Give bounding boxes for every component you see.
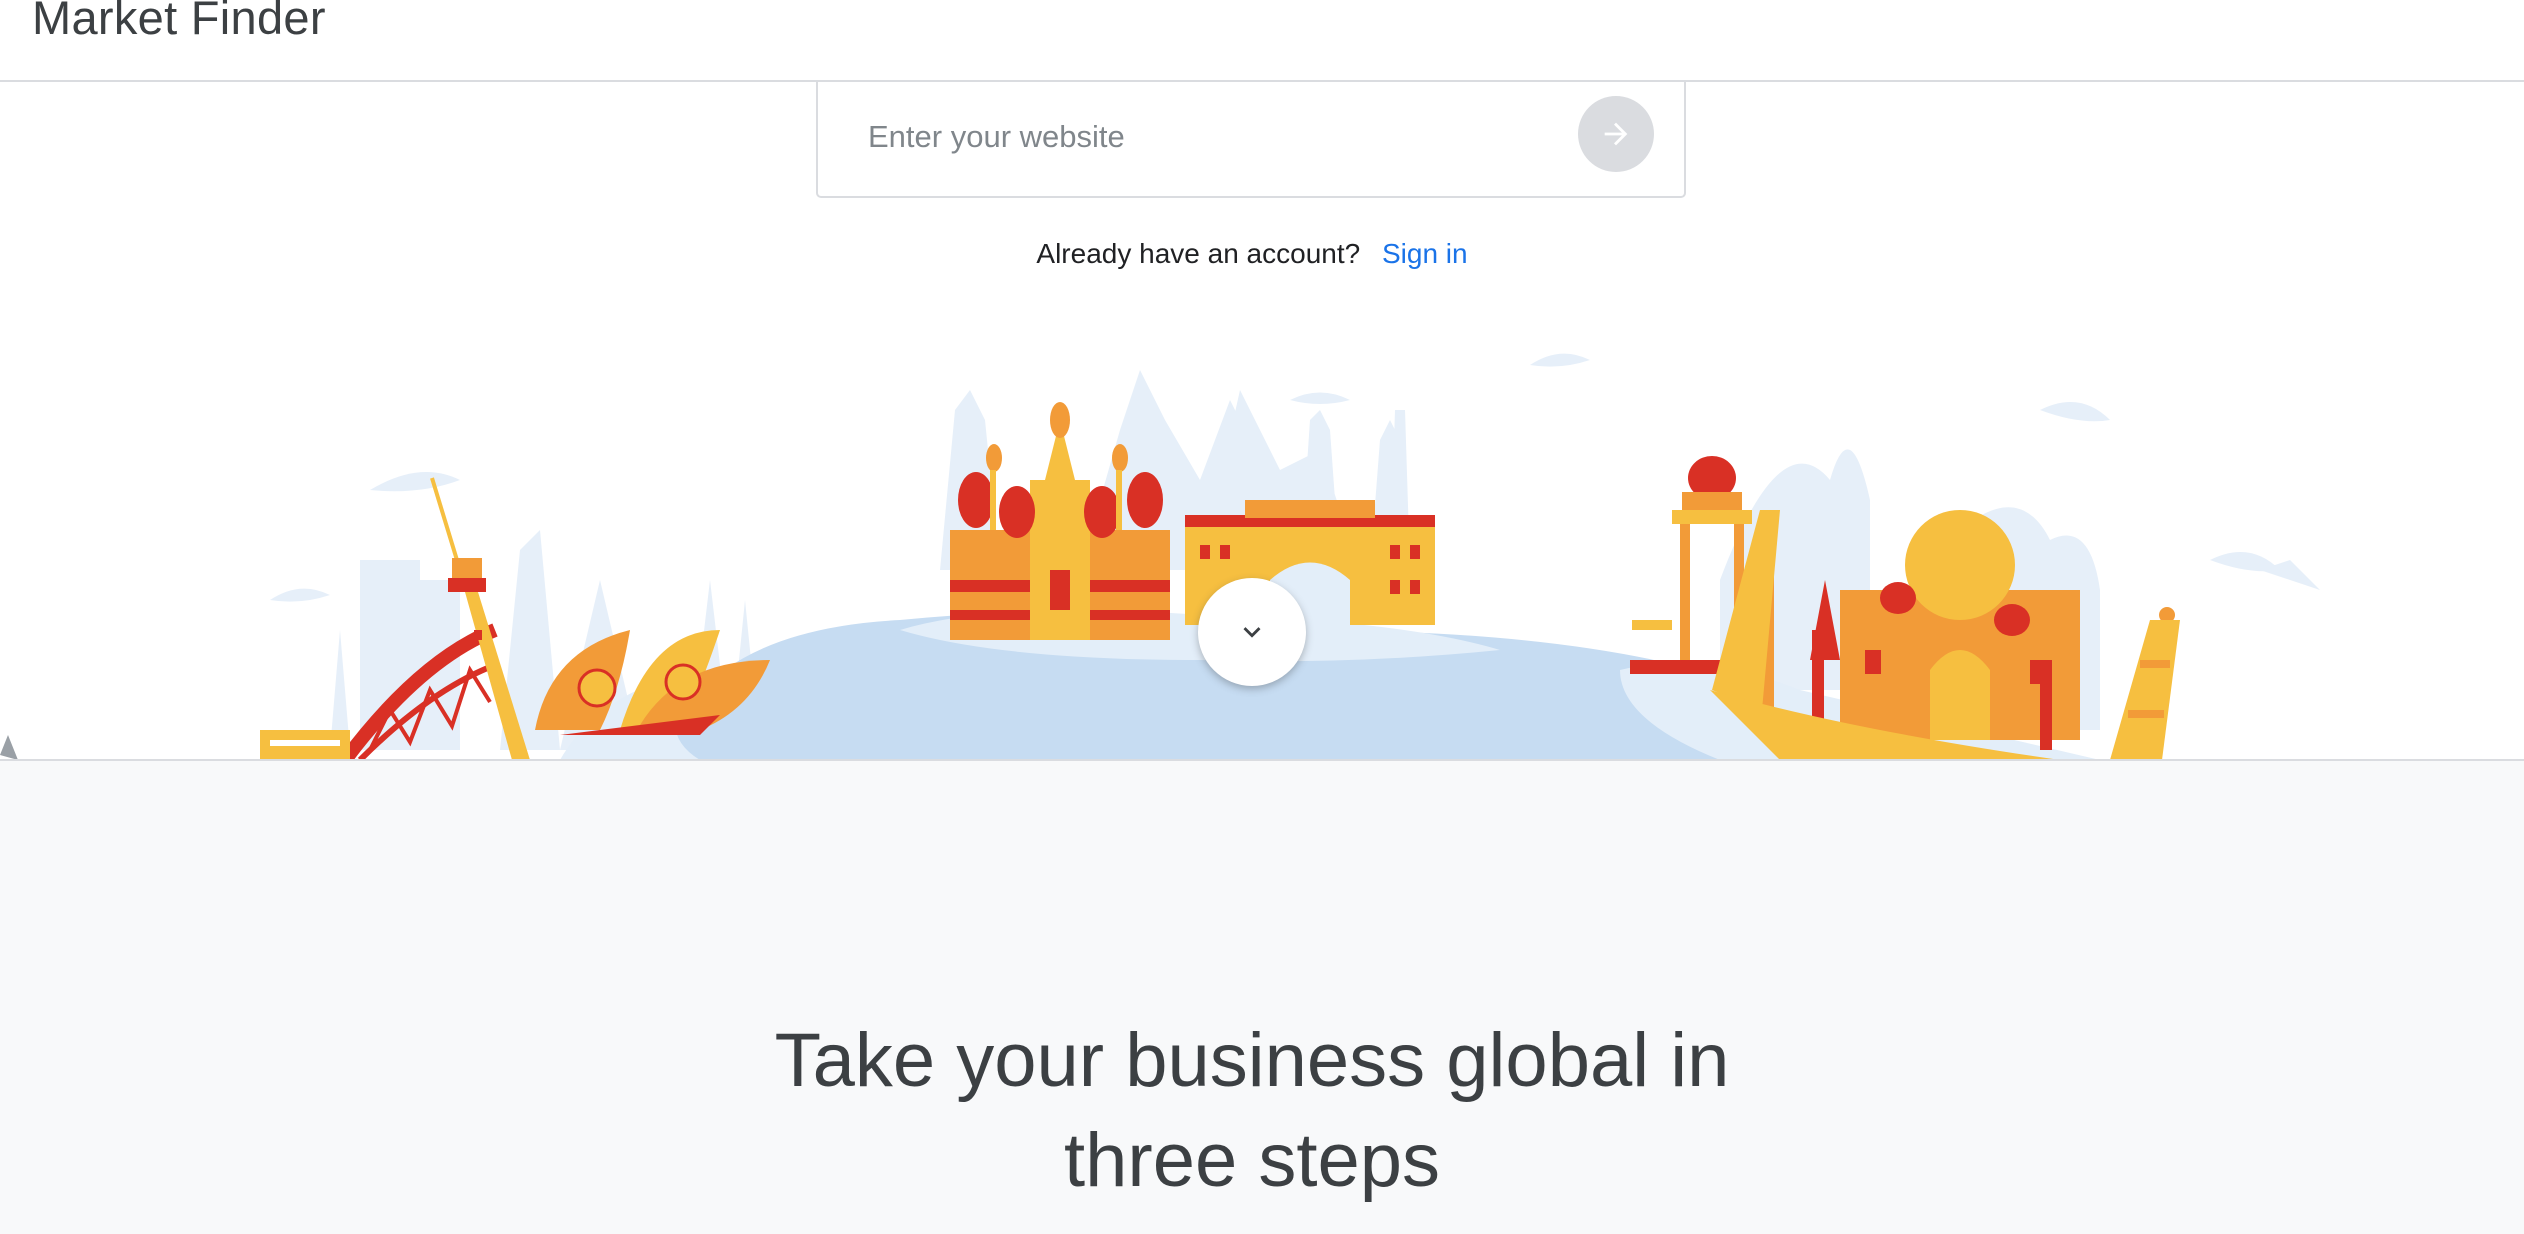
account-prompt: Already have an account? <box>1036 238 1361 269</box>
minaret-landmark <box>2110 607 2180 760</box>
scroll-down-button[interactable] <box>1198 578 1306 686</box>
sign-in-link[interactable]: Sign in <box>1382 238 1468 269</box>
website-input[interactable] <box>866 108 1550 166</box>
world-landmarks-illustration <box>0 353 2320 760</box>
headline-line-1: Take your business global in <box>774 1018 1730 1103</box>
app-title[interactable]: Market Finder <box>32 0 326 41</box>
website-search-box <box>816 82 1686 198</box>
account-row: Already have an account? Sign in <box>0 236 2504 272</box>
section-headline: Take your business global in three steps <box>0 1011 2504 1211</box>
top-app-bar: Market Finder <box>0 0 2524 82</box>
submit-website-button[interactable] <box>1578 96 1654 172</box>
steps-section: Take your business global in three steps <box>0 759 2524 1234</box>
headline-line-2: three steps <box>1064 1118 1440 1203</box>
arrow-right-icon <box>1604 122 1628 146</box>
chevron-down-icon <box>1243 627 1261 638</box>
